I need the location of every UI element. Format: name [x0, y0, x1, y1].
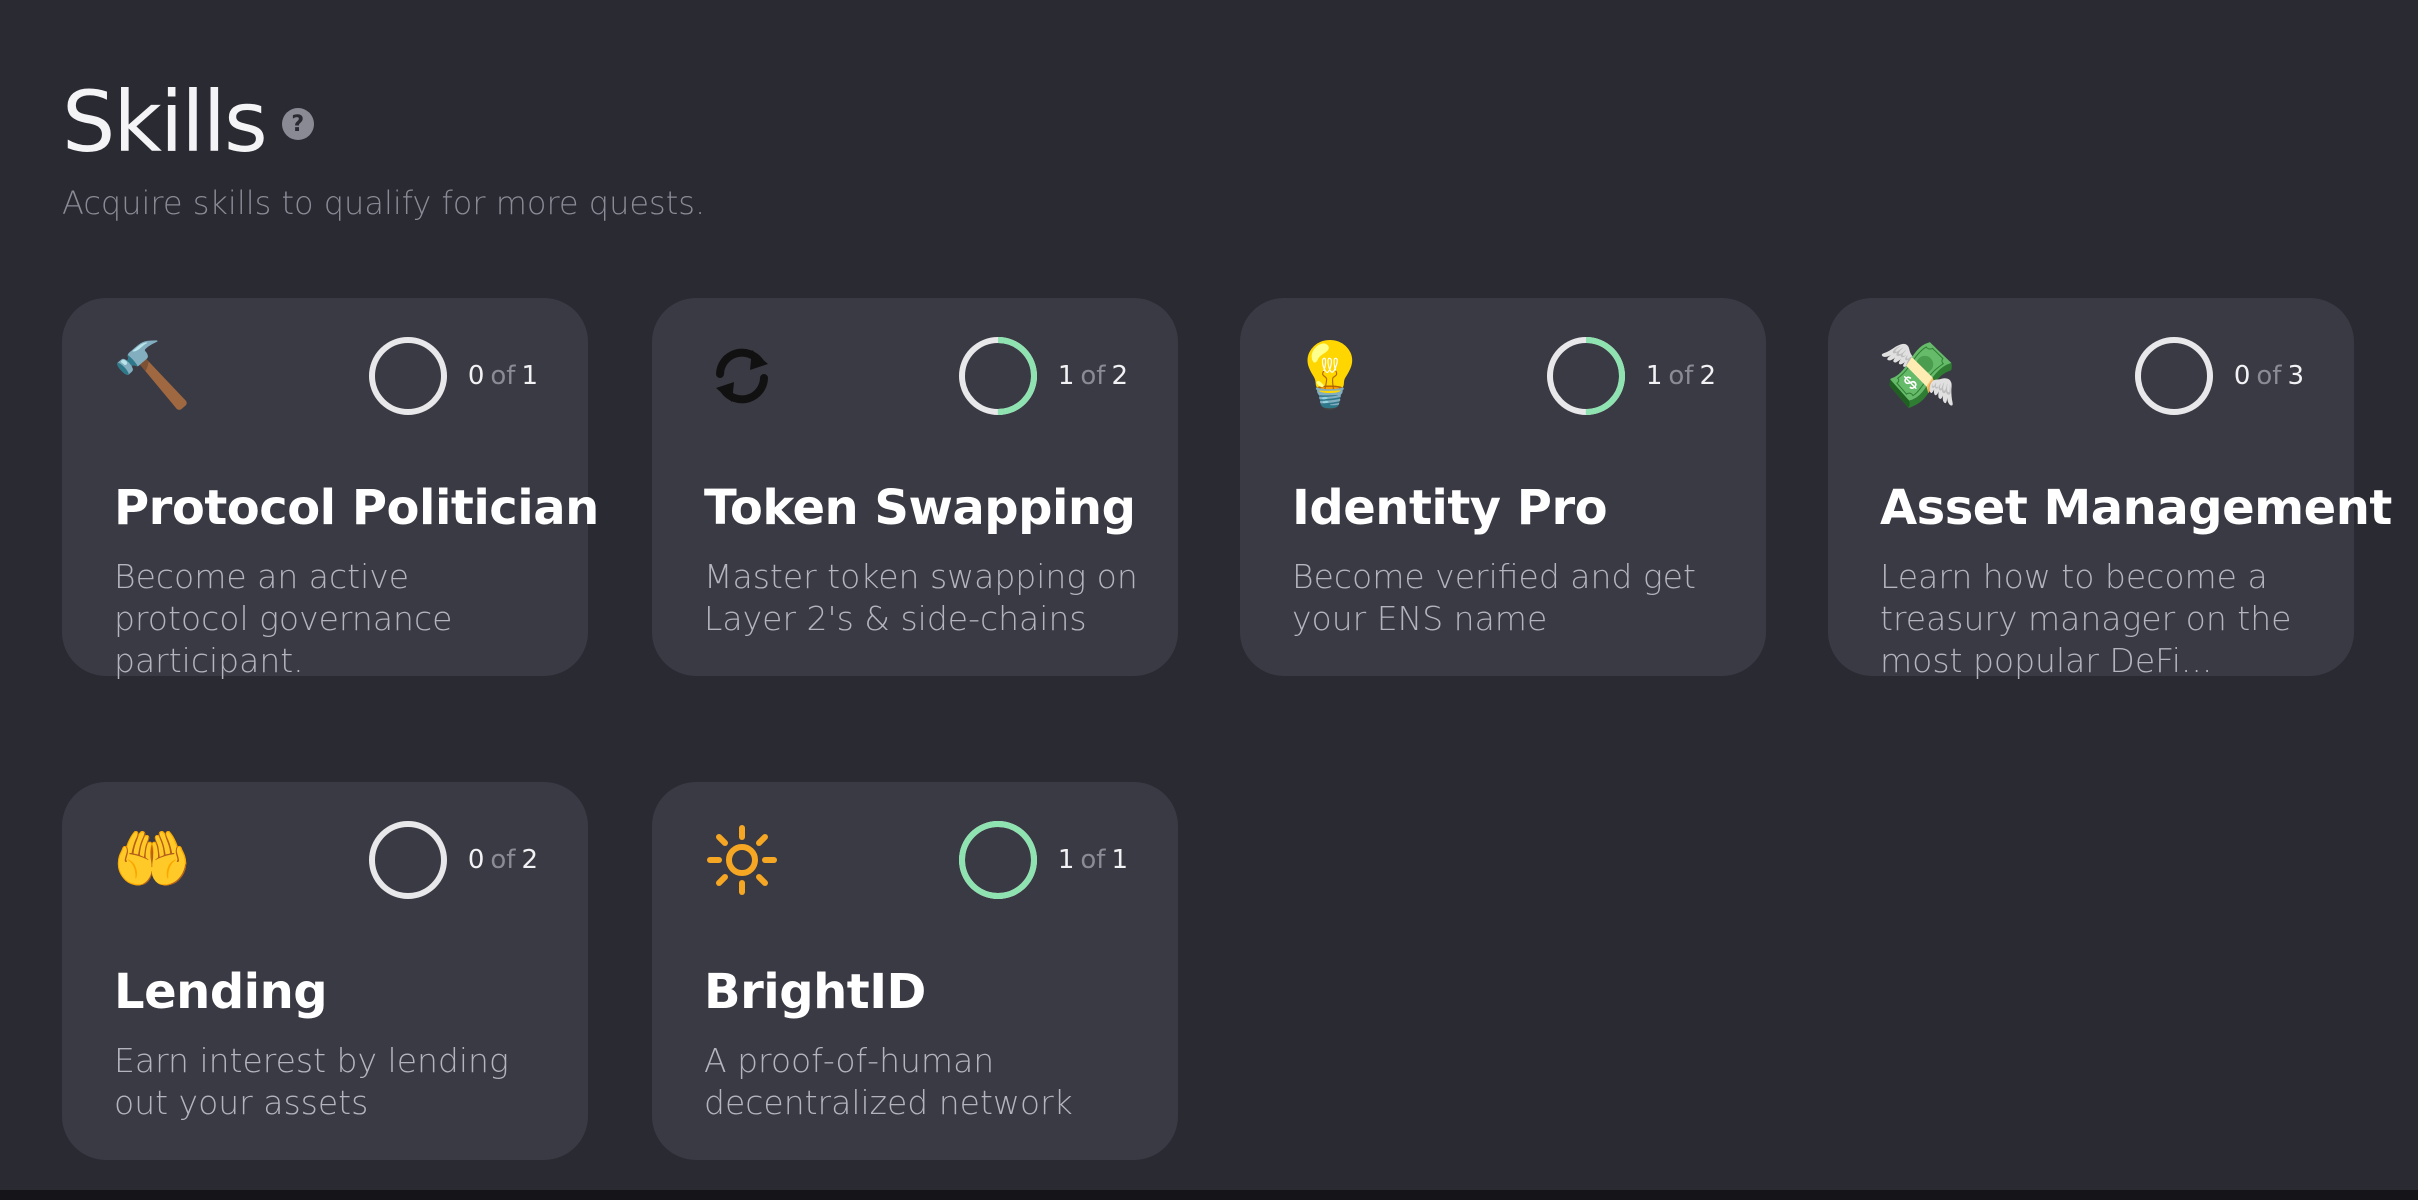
progress-of: of — [1080, 361, 1106, 391]
progress-of: of — [1080, 845, 1106, 875]
page-header: Skills ? Acquire skills to qualify for m… — [62, 72, 705, 222]
progress-of: of — [490, 361, 516, 391]
skill-description: Become verified and get your ENS name — [1292, 557, 1696, 638]
skill-title: BrightID — [704, 964, 926, 1020]
skill-card-identity-pro[interactable]: 💡 1 of 2 Identity Pro Become verified and … — [1240, 298, 1766, 676]
progress-done: 1 — [1057, 361, 1075, 391]
progress-ring — [368, 821, 447, 899]
progress-ring — [2134, 337, 2213, 415]
progress-count: 1 of 2 — [1058, 361, 1128, 391]
progress-count: 0 of 3 — [2234, 361, 2304, 391]
progress-count: 1 of 2 — [1646, 361, 1716, 391]
sun-icon — [702, 820, 782, 900]
bottom-edge — [0, 1190, 2418, 1200]
page-title: Skills — [62, 73, 268, 171]
skill-card-asset-management[interactable]: 💸 0 of 3 Asset Management Learn how to bec… — [1828, 298, 2392, 680]
skill-description: A proof-of-human decentralized network — [704, 1041, 1073, 1122]
progress-done: 1 — [1057, 845, 1075, 875]
skill-progress: 1 of 1 — [956, 818, 1128, 902]
lightbulb-icon: 💡 — [1290, 339, 1370, 413]
skill-title: Protocol Politician — [114, 480, 599, 536]
skill-title: Lending — [114, 964, 328, 1020]
progress-done: 1 — [1645, 361, 1663, 391]
page-subtitle: Acquire skills to qualify for more quest… — [62, 184, 706, 222]
skill-progress: 1 of 2 — [956, 334, 1128, 418]
palms-up-icon: 🤲 — [112, 823, 192, 897]
progress-total: 1 — [1111, 845, 1128, 875]
progress-ring-track — [368, 337, 447, 415]
progress-of: of — [2256, 361, 2282, 391]
skill-card-protocol-politician[interactable]: 🔨 0 of 1 Protocol Politician Become an act… — [62, 298, 599, 680]
skill-title: Token Swapping — [704, 480, 1136, 536]
swap-arrows-glyph — [716, 348, 768, 404]
skill-description: Become an active protocol governance par… — [114, 557, 453, 680]
skill-card-brightid[interactable]: 1 of 1 BrightID A proof-of-human decentral… — [652, 782, 1178, 1160]
swap-arrows-icon — [702, 336, 782, 416]
money-with-wings-icon: 💸 — [1878, 339, 1958, 413]
skills-page: Skills ? Acquire skills to qualify for m… — [0, 0, 2418, 1200]
progress-done: 0 — [467, 361, 485, 391]
progress-ring-fill — [958, 821, 1037, 899]
skill-progress: 0 of 2 — [366, 818, 538, 902]
progress-ring — [1546, 337, 1625, 415]
gavel-icon: 🔨 — [112, 339, 192, 413]
progress-count: 0 of 2 — [468, 845, 538, 875]
progress-done: 0 — [2233, 361, 2251, 391]
progress-of: of — [1668, 361, 1694, 391]
help-icon[interactable]: ? — [281, 108, 314, 140]
skill-description: Learn how to become a treasury manager o… — [1880, 557, 2292, 680]
skill-progress: 0 of 1 — [366, 334, 538, 418]
progress-ring-track — [368, 821, 447, 899]
skill-description: Master token swapping on Layer 2's & sid… — [704, 557, 1138, 638]
progress-ring — [958, 821, 1037, 899]
sun-glyph — [707, 825, 777, 895]
skill-progress: 0 of 3 — [2132, 334, 2304, 418]
progress-count: 0 of 1 — [468, 361, 538, 391]
progress-ring-track — [2134, 337, 2213, 415]
progress-count: 1 of 1 — [1058, 845, 1128, 875]
skill-progress: 1 of 2 — [1544, 334, 1716, 418]
progress-total: 1 — [521, 361, 538, 391]
title-row: Skills ? — [62, 72, 705, 172]
progress-done: 0 — [467, 845, 485, 875]
progress-of: of — [490, 845, 516, 875]
progress-total: 3 — [2287, 361, 2304, 391]
progress-ring — [368, 337, 447, 415]
progress-total: 2 — [1699, 361, 1716, 391]
skill-card-token-swapping[interactable]: 1 of 2 Token Swapping Master token swappin… — [652, 298, 1178, 676]
progress-total: 2 — [1111, 361, 1128, 391]
skill-title: Identity Pro — [1292, 480, 1608, 536]
skill-card-lending[interactable]: 🤲 0 of 2 Lending Earn interest by lending … — [62, 782, 588, 1160]
progress-ring — [958, 337, 1037, 415]
progress-total: 2 — [521, 845, 538, 875]
skill-description: Earn interest by lending out your assets — [114, 1041, 509, 1122]
skill-title: Asset Management — [1880, 480, 2392, 536]
